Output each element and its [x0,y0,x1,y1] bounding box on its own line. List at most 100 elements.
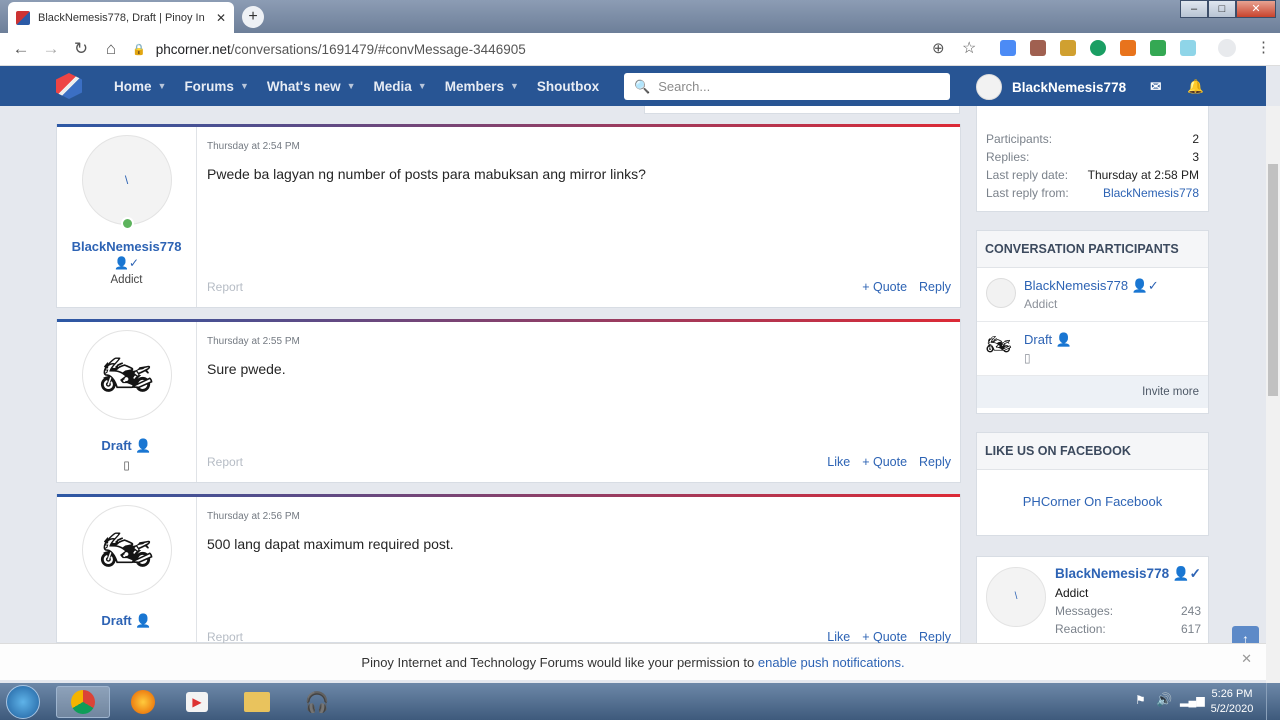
post-username[interactable]: Draft 👤 [57,438,196,454]
page-scrollbar[interactable] [1266,106,1280,683]
back-icon[interactable]: ← [6,39,36,59]
scrollbar-thumb[interactable] [1268,164,1278,396]
motorcycle-icon: 🏍 [99,350,154,398]
avatar[interactable]: \ [81,135,172,230]
chevron-down-icon: ▼ [157,81,167,91]
post-time[interactable]: Thursday at 2:54 PM [207,141,300,152]
close-tab-icon[interactable]: ✕ [216,11,226,25]
nav-media[interactable]: Media ▼ [374,79,427,94]
notice-text: Pinoy Internet and Technology Forums wou… [361,655,758,670]
nav-members[interactable]: Members ▼ [445,79,519,94]
reply-button[interactable]: Reply [919,280,951,294]
participant-title: ▯ [1024,351,1031,365]
user-title: Addict [110,274,143,286]
message-post: 🏍 Draft 👤 ▯ Thursday at 2:55 PM Sure pwe… [56,319,961,483]
report-link[interactable]: Report [207,455,243,469]
tray-network-icon[interactable]: ▂▄▆ [1180,694,1205,707]
site-logo[interactable] [56,73,82,99]
taskbar-chrome[interactable] [56,686,110,718]
post-time[interactable]: Thursday at 2:56 PM [207,511,300,522]
address-bar[interactable]: 🔒 phcorner.net/conversations/1691479/#co… [132,38,990,60]
user-verified-icon: 👤✓ [114,256,139,270]
search-placeholder: Search... [658,79,711,94]
nav-home[interactable]: Home ▼ [114,79,166,94]
enable-push-link[interactable]: enable push notifications. [758,655,905,670]
bell-icon[interactable]: 🔔 [1187,79,1204,95]
start-button[interactable] [6,685,40,719]
tray-volume-icon[interactable]: 🔊 [1156,692,1172,708]
user-title: ▯ [123,460,130,472]
user-verified-icon: 👤 [1055,332,1072,347]
reply-button[interactable]: Reply [919,455,951,469]
tray-flag-icon[interactable]: ⚑ [1135,693,1146,707]
nav-user-menu[interactable]: BlackNemesis778 ✉ 🔔 [976,74,1204,100]
participant-item[interactable]: BlackNemesis778 👤✓ Addict [977,268,1208,322]
motorcycle-icon: 🏍 [99,525,154,573]
participant-item[interactable]: 🏍 Draft 👤 ▯ [977,322,1208,376]
maximize-button[interactable]: □ [1208,0,1236,18]
post-user-cell: \ BlackNemesis778 👤✓ Addict [57,127,197,307]
extension-icon[interactable] [1000,40,1016,56]
participants-card: CONVERSATION PARTICIPANTS BlackNemesis77… [976,230,1209,414]
quote-button[interactable]: + Quote [862,630,907,644]
like-button[interactable]: Like [827,455,850,469]
search-input[interactable]: 🔍 Search... [624,73,950,100]
facebook-link[interactable]: PHCorner On Facebook [977,494,1208,509]
inbox-icon[interactable]: ✉ [1150,79,1161,95]
reaction-label: Reaction: [1055,622,1106,636]
close-icon[interactable]: ✕ [1241,640,1252,677]
minimize-button[interactable]: – [1180,0,1208,18]
participant-name[interactable]: Draft [1024,332,1052,347]
participants-header: CONVERSATION PARTICIPANTS [977,231,1208,268]
new-tab-button[interactable]: + [242,6,264,28]
browser-tab[interactable]: BlackNemesis778, Draft | Pinoy In ✕ [8,2,234,33]
avatar[interactable]: 🏍 [81,330,172,420]
page-nav-strip [644,106,960,114]
stat-label: Replies: [986,150,1030,164]
show-desktop-button[interactable] [1266,683,1280,720]
quote-button[interactable]: + Quote [862,280,907,294]
profile-name[interactable]: BlackNemesis778 👤✓ [1055,566,1201,582]
avatar[interactable]: \ [986,567,1046,627]
extension-icon[interactable] [1030,40,1046,56]
nav-forums[interactable]: Forums ▼ [184,79,248,94]
taskbar-clock[interactable]: 5:26 PM 5/2/2020 [1206,687,1258,717]
reply-button[interactable]: Reply [919,630,951,644]
participant-name[interactable]: BlackNemesis778 [1024,278,1128,293]
chevron-down-icon: ▼ [417,81,427,91]
close-window-button[interactable]: ✕ [1236,0,1276,18]
post-time[interactable]: Thursday at 2:55 PM [207,336,300,347]
post-username[interactable]: Draft 👤 [57,613,196,629]
avatar[interactable]: 🏍 [81,505,172,595]
taskbar-firefox[interactable] [116,686,170,718]
menu-kebab-icon[interactable]: ⋮ [1256,38,1271,56]
post-username[interactable]: BlackNemesis778 [57,239,196,254]
extension-icon[interactable] [1090,40,1106,56]
forward-icon[interactable]: → [36,39,66,59]
profile-icon[interactable] [1218,39,1236,57]
extension-icon[interactable] [1150,40,1166,56]
user-verified-icon: 👤 [135,613,152,628]
taskbar-media[interactable]: ▶ [170,686,224,718]
extension-icon[interactable] [1120,40,1136,56]
post-body: Pwede ba lagyan ng number of posts para … [207,166,646,182]
facebook-header: LIKE US ON FACEBOOK [977,433,1208,470]
invite-more-link[interactable]: Invite more [977,376,1208,408]
extension-icon[interactable] [1180,40,1196,56]
extension-icon[interactable] [1060,40,1076,56]
quote-button[interactable]: + Quote [862,455,907,469]
bookmark-star-icon[interactable]: ☆ [962,38,976,58]
taskbar-audio-app[interactable]: 🎧 [290,686,344,718]
report-link[interactable]: Report [207,630,243,644]
search-icon: 🔍 [634,78,651,94]
last-reply-user-link[interactable]: BlackNemesis778 [1103,184,1199,202]
home-icon[interactable]: ⌂ [96,39,126,59]
nav-shoutbox[interactable]: Shoutbox [537,79,599,94]
reload-icon[interactable]: ↻ [66,39,96,59]
nav-whats-new[interactable]: What's new ▼ [267,79,356,94]
like-button[interactable]: Like [827,630,850,644]
add-icon[interactable]: ⊕ [932,39,945,57]
post-body: Sure pwede. [207,361,286,377]
report-link[interactable]: Report [207,280,243,294]
taskbar-explorer[interactable] [230,686,284,718]
